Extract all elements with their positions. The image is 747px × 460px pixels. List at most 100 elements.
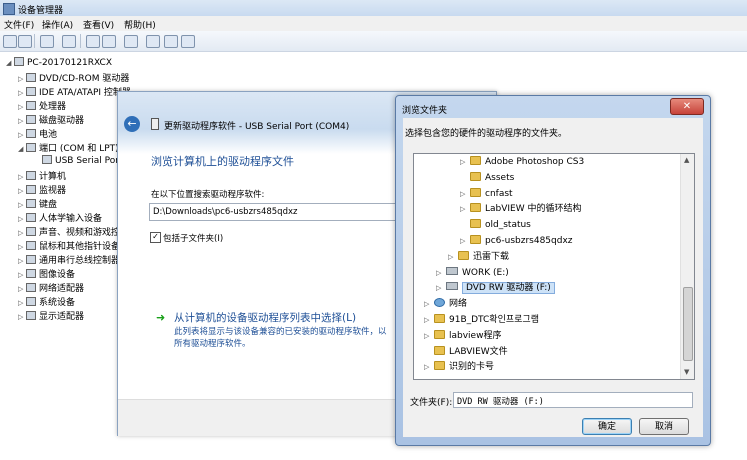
expand-icon[interactable]: ▷ [460,234,470,249]
expand-icon[interactable]: ▷ [18,103,26,111]
help-icon[interactable] [86,35,100,48]
tree-category-item[interactable]: ◢ 端口 (COM 和 LPT) [18,141,119,154]
scan-hardware-icon[interactable] [124,35,138,48]
expand-icon[interactable]: ▷ [448,250,458,265]
folder-tree-item[interactable]: ▷ pc6-usbzrs485qdxz [460,234,573,249]
action-pane-icon[interactable] [102,35,116,48]
tree-category-item[interactable]: ▷ IDE ATA/ATAPI 控制器 [18,85,131,98]
folder-tree-item[interactable]: old_status [460,218,531,233]
folder-tree-item[interactable]: ▷ Adobe Photoshop CS3 [460,155,584,170]
menu-file[interactable]: 文件(F) [4,18,34,31]
dialog-title: 浏览文件夹 [402,106,448,116]
scroll-up-icon[interactable]: ▲ [684,156,689,164]
folder-icon [470,235,481,244]
menu-action[interactable]: 操作(A) [42,18,73,31]
expand-icon[interactable]: ▷ [18,201,26,209]
collapse-icon[interactable]: ◢ [18,145,26,153]
folder-tree-item[interactable]: ▷ 识别的卡号 [424,360,494,375]
tree-category-item[interactable]: ▷ 显示适配器 [18,309,84,322]
expand-icon[interactable]: ▷ [424,360,434,375]
expand-icon[interactable]: ▷ [460,187,470,202]
back-icon[interactable] [3,35,17,48]
expand-icon[interactable]: ▷ [18,187,26,195]
pick-from-list-link[interactable]: 从计算机的设备驱动程序列表中选择(L) [174,310,356,325]
expand-icon[interactable]: ▷ [18,257,26,265]
folder-tree-item[interactable]: LABVIEW文件 [424,345,508,360]
tree-category-item[interactable]: ▷ 计算机 [18,169,66,182]
folder-tree-item[interactable]: ▷ labview程序 [424,329,501,344]
device-manager-icon [3,3,15,15]
toolbar-separator [34,34,35,48]
scrollbar-thumb[interactable] [683,287,693,361]
folder-tree-item[interactable]: Assets [460,171,514,186]
tree-category-item[interactable]: ▷ 网络适配器 [18,281,84,294]
tree-device-item[interactable]: USB Serial Port [34,155,123,168]
properties-icon[interactable] [62,35,76,48]
expand-icon[interactable]: ▷ [18,313,26,321]
forward-icon[interactable] [18,35,32,48]
back-arrow-icon[interactable]: ← [124,116,140,132]
expand-icon[interactable]: ▷ [18,215,26,223]
device-category-icon [26,143,36,152]
show-hide-tree-icon[interactable] [40,35,54,48]
include-subfolders-checkbox[interactable]: ✓ [150,232,161,243]
expand-icon[interactable]: ▷ [436,266,446,281]
folder-input[interactable]: DVD RW 驱动器 (F:) [453,392,693,408]
menu-view[interactable]: 查看(V) [83,18,114,31]
tree-category-item[interactable]: ▷ 通用串行总线控制器 [18,253,120,266]
expand-icon[interactable]: ▷ [436,281,446,296]
tree-category-item[interactable]: ▷ 系统设备 [18,295,75,308]
folder-tree-item[interactable]: ▷ 91B_DTC확인프로그램 [424,313,539,328]
include-subfolders-label[interactable]: 包括子文件夹(I) [163,232,223,244]
tree-category-item[interactable]: ▷ DVD/CD-ROM 驱动器 [18,71,129,84]
expand-icon[interactable]: ▷ [460,155,470,170]
tree-category-item[interactable]: ▷ 电池 [18,127,57,140]
folder-icon [434,329,445,339]
folder-tree[interactable]: ▷ Adobe Photoshop CS3 Assets ▷ cnfast ▷ LabVIE… [413,153,695,380]
expand-icon[interactable]: ▷ [18,89,26,97]
cancel-button[interactable]: 取消 [639,418,689,435]
expand-icon[interactable]: ▷ [18,243,26,251]
uninstall-device-icon[interactable] [181,35,195,48]
expand-icon[interactable]: ▷ [18,299,26,307]
expand-icon[interactable]: ▷ [424,329,434,344]
folder-icon [470,219,481,229]
ok-button[interactable]: 确定 [582,418,632,435]
tree-category-item[interactable]: ▷ 磁盘驱动器 [18,113,84,126]
expand-icon[interactable]: ▷ [424,313,434,328]
vertical-scrollbar[interactable]: ▲ ▼ [680,154,694,379]
collapse-icon[interactable]: ◢ [6,59,14,67]
tree-computer-node[interactable]: ◢ PC-20170121RXCX [6,57,112,70]
expand-icon[interactable]: ▷ [18,285,26,293]
device-category-icon [26,269,36,278]
expand-icon[interactable]: ▷ [18,173,26,181]
folder-tree-item[interactable]: ▷ 迅雷下载 [448,250,509,265]
disable-device-icon[interactable] [164,35,178,48]
expand-icon[interactable]: ▷ [460,202,470,217]
tree-category-item[interactable]: ▷ 键盘 [18,197,57,210]
tree-category-item[interactable]: ▷ 处理器 [18,99,66,112]
expand-icon[interactable]: ▷ [18,117,26,125]
folder-tree-item[interactable]: ▷ LabVIEW 中的循环结构 [460,202,582,217]
folder-icon [434,345,445,355]
expand-icon[interactable]: ▷ [18,229,26,237]
scroll-down-icon[interactable]: ▼ [684,368,689,376]
update-driver-icon[interactable] [146,35,160,48]
tree-category-item[interactable]: ▷ 监视器 [18,183,66,196]
expand-icon[interactable]: ▷ [18,75,26,83]
device-category-icon [26,227,36,236]
expand-icon[interactable]: ▷ [424,297,434,312]
expand-icon[interactable]: ▷ [18,131,26,139]
tree-category-item[interactable]: ▷ 人体学输入设备 [18,211,102,224]
device-category-icon [42,155,52,164]
browse-folder-dialog: 浏览文件夹 ✕ 选择包含您的硬件的驱动程序的文件夹。 ▷ Adobe Photos… [395,95,711,446]
folder-tree-item[interactable]: ▷ WORK (E:) [436,266,509,281]
expand-icon[interactable]: ▷ [18,271,26,279]
close-icon[interactable]: ✕ [670,98,704,115]
tree-category-item[interactable]: ▷ 图像设备 [18,267,75,280]
folder-tree-item[interactable]: ▷ 网络 [424,297,467,312]
tree-category-item[interactable]: ▷ 鼠标和其他指针设备 [18,239,120,252]
folder-tree-item[interactable]: ▷ cnfast [460,187,513,202]
folder-tree-item[interactable]: ▷ DVD RW 驱动器 (F:) [436,281,555,296]
menu-help[interactable]: 帮助(H) [124,18,156,31]
